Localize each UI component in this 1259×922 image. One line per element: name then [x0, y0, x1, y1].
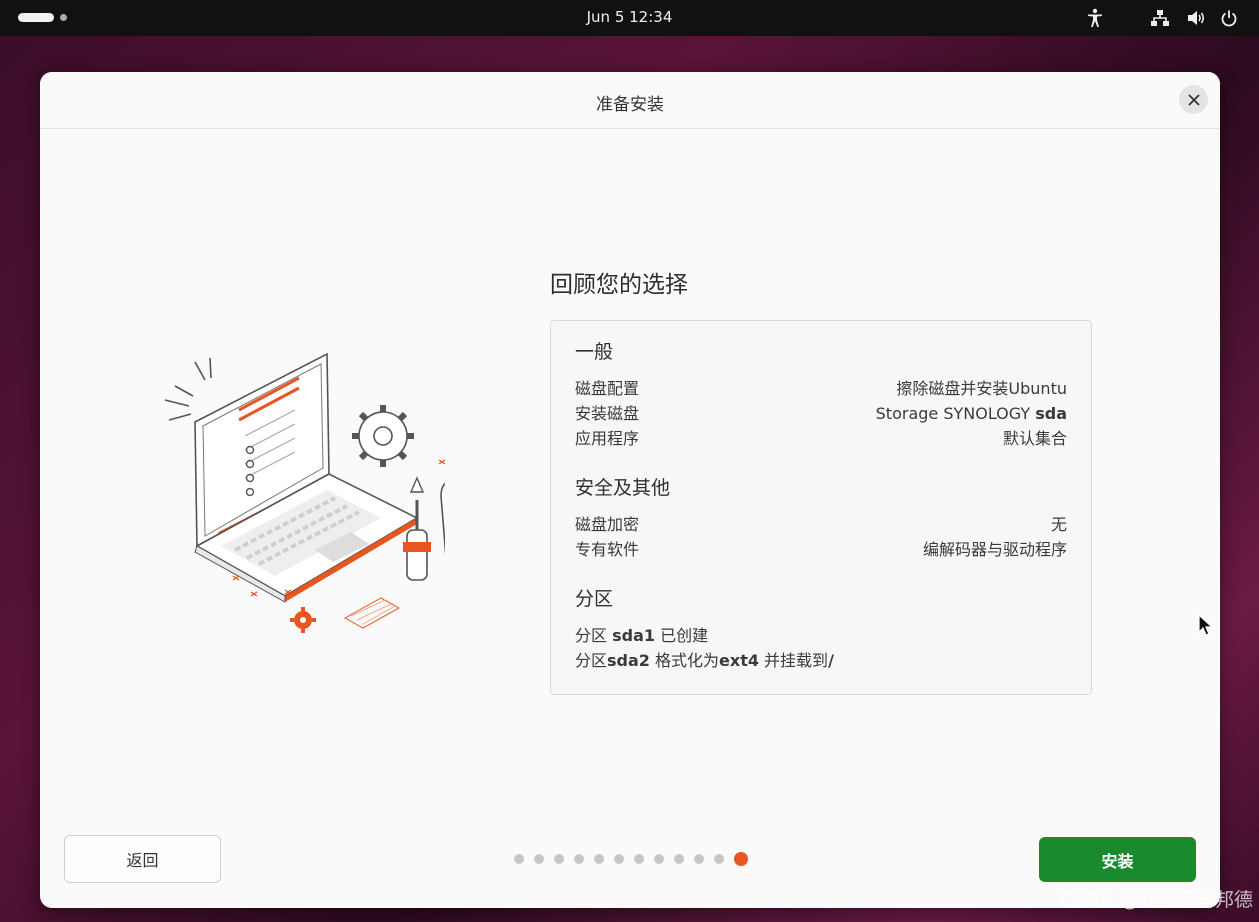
clock: Jun 5 12:34	[0, 8, 1259, 26]
text-segment: 分区	[575, 651, 608, 670]
top-bar: Jun 5 12:34	[0, 0, 1259, 36]
row-label: 磁盘配置	[575, 379, 640, 398]
section-security: 安全及其他 磁盘加密 无 专有软件 编解码器与驱动程序	[575, 473, 1067, 562]
mount-point: /	[828, 651, 834, 670]
progress-dot	[634, 854, 644, 864]
text-segment: 格式化为	[649, 651, 720, 670]
row-label: 应用程序	[575, 429, 640, 448]
workspace-dot	[60, 14, 67, 21]
row-value: 擦除磁盘并安装Ubuntu	[896, 379, 1067, 398]
row-applications: 应用程序 默认集合	[575, 426, 1067, 451]
progress-dots	[514, 852, 748, 866]
row-label: 磁盘加密	[575, 515, 640, 534]
row-label: 专有软件	[575, 540, 640, 559]
installer-dialog: 准备安装 回顾您的选择 一般 磁盘配置 擦除磁盘并安装Ubuntu 安装磁盘 S…	[40, 72, 1220, 908]
section-general: 一般 磁盘配置 擦除磁盘并安装Ubuntu 安装磁盘 Storage SYNOL…	[575, 337, 1067, 451]
progress-dot	[674, 854, 684, 864]
text-segment: 并挂载到	[758, 651, 829, 670]
laptop-tools-illustration	[164, 352, 445, 633]
partition-line-sda2: 分区sda2 格式化为ext4 并挂载到/	[575, 648, 1067, 673]
gear-icon	[352, 405, 414, 467]
progress-dot	[694, 854, 704, 864]
section-title-partitions: 分区	[575, 588, 614, 610]
row-value: Storage SYNOLOGY sda	[876, 401, 1067, 426]
summary-box: 一般 磁盘配置 擦除磁盘并安装Ubuntu 安装磁盘 Storage SYNOL…	[550, 320, 1092, 695]
filesystem-type: ext4	[719, 651, 759, 670]
row-disk-config: 磁盘配置 擦除磁盘并安装Ubuntu	[575, 376, 1067, 401]
close-icon	[1187, 93, 1200, 106]
text-segment: 已创建	[655, 626, 709, 645]
row-install-disk: 安装磁盘 Storage SYNOLOGY sda	[575, 401, 1067, 426]
burst-lines	[164, 357, 212, 421]
hatched-pad	[343, 597, 401, 629]
close-button[interactable]	[1179, 85, 1208, 114]
progress-dot	[614, 854, 624, 864]
dialog-header: 准备安装	[40, 72, 1220, 129]
progress-dot	[594, 854, 604, 864]
network-wired-icon[interactable]	[1150, 6, 1170, 30]
dialog-title: 准备安装	[596, 95, 664, 115]
progress-dot	[514, 854, 524, 864]
row-value: 编解码器与驱动程序	[922, 540, 1067, 559]
partition-name: sda1	[612, 626, 655, 645]
row-proprietary-software: 专有软件 编解码器与驱动程序	[575, 537, 1067, 562]
section-title-security: 安全及其他	[575, 477, 671, 499]
summary-heading: 回顾您的选择	[550, 272, 688, 298]
mouse-cursor-icon	[1198, 614, 1214, 636]
section-title-general: 一般	[575, 341, 614, 363]
row-value: 默认集合	[1002, 429, 1067, 448]
wrench-icon	[440, 482, 445, 556]
row-disk-encryption: 磁盘加密 无	[575, 512, 1067, 537]
back-button[interactable]: 返回	[64, 835, 221, 883]
power-icon[interactable]	[1220, 6, 1238, 30]
accessibility-icon[interactable]	[1086, 6, 1104, 30]
activities-indicator[interactable]	[18, 13, 67, 22]
text-segment: 分区	[575, 626, 613, 645]
row-value: 无	[1050, 515, 1067, 534]
row-label: 安装磁盘	[575, 404, 640, 423]
clock-label[interactable]: Jun 5 12:34	[587, 8, 673, 26]
partition-name: sda2	[607, 651, 650, 670]
progress-dot	[534, 854, 544, 864]
disk-model: Storage SYNOLOGY	[875, 404, 1036, 423]
workspace-active-pill	[18, 13, 54, 22]
progress-dot	[654, 854, 664, 864]
volume-icon[interactable]	[1186, 6, 1206, 30]
section-partitions: 分区 分区 sda1 已创建 分区sda2 格式化为ext4 并挂载到/	[575, 584, 1067, 673]
disk-device: sda	[1035, 404, 1067, 423]
watermark: CSDN @我就是马邦德	[1059, 889, 1253, 911]
install-button[interactable]: 安装	[1039, 837, 1196, 882]
progress-dot-active	[734, 852, 748, 866]
small-gear-icon	[290, 607, 316, 633]
partition-line-sda1: 分区 sda1 已创建	[575, 623, 1067, 648]
progress-dot	[574, 854, 584, 864]
progress-dot	[714, 854, 724, 864]
progress-dot	[554, 854, 564, 864]
